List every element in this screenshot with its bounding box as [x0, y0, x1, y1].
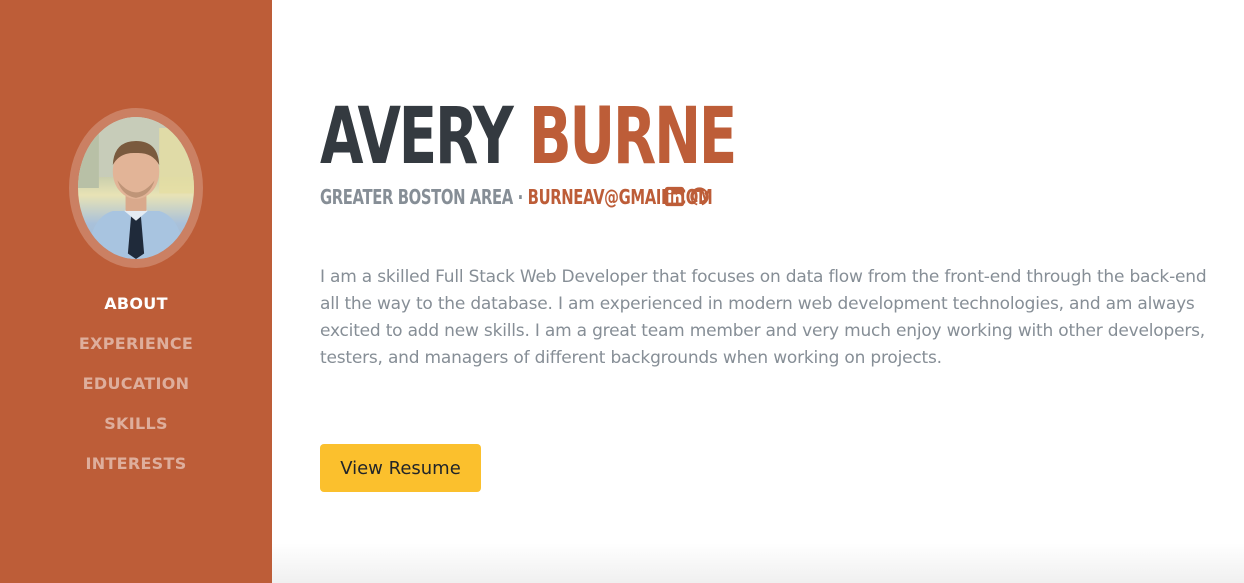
nav-item-about[interactable]: ABOUT	[0, 291, 272, 331]
subheading: GREATER BOSTON AREA · BURNEAV@GMAIL.COM	[320, 184, 713, 210]
sidebar: ABOUT EXPERIENCE EDUCATION SKILLS INTERE…	[0, 0, 272, 583]
linkedin-icon[interactable]	[664, 186, 685, 207]
github-icon[interactable]	[689, 186, 710, 207]
location-text: GREATER BOSTON AREA	[320, 185, 513, 209]
page-title: AVERY BURNE	[320, 92, 737, 182]
about-text: I am a skilled Full Stack Web Developer …	[320, 267, 1207, 368]
nav-item-experience[interactable]: EXPERIENCE	[0, 331, 272, 371]
separator-dot: ·	[512, 185, 528, 209]
avatar-frame	[69, 108, 203, 268]
about-section: AVERY BURNE GREATER BOSTON AREA · BURNEA…	[272, 0, 1244, 583]
sidebar-nav: ABOUT EXPERIENCE EDUCATION SKILLS INTERE…	[0, 291, 272, 491]
social-links	[664, 186, 710, 208]
nav-item-skills[interactable]: SKILLS	[0, 411, 272, 451]
first-name: AVERY	[320, 92, 514, 182]
avatar	[78, 117, 194, 259]
bottom-shadow	[272, 543, 1244, 583]
last-name: BURNE	[528, 92, 737, 182]
nav-item-education[interactable]: EDUCATION	[0, 371, 272, 411]
nav-item-interests[interactable]: INTERESTS	[0, 451, 272, 491]
view-resume-button[interactable]: View Resume	[320, 444, 481, 492]
profile-photo-icon	[78, 117, 194, 259]
